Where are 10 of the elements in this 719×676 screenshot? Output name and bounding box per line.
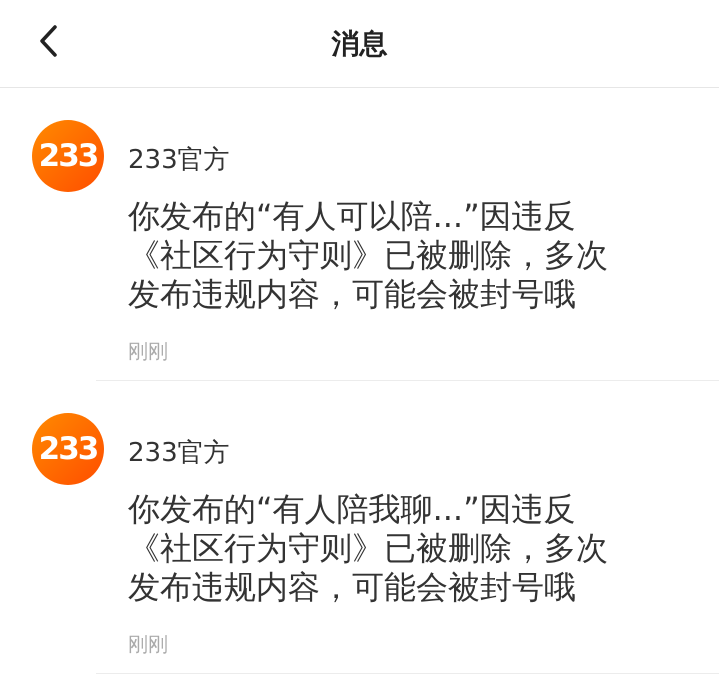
sender-name: 233官方 [128, 437, 230, 470]
avatar-logo: 233 [32, 120, 104, 192]
sender-name: 233官方 [128, 144, 230, 177]
message-text: 你发布的“有人陪我聊...”因违反《社区行为守则》已被删除，多次发布违规内容，可能会被封号哦 [128, 490, 609, 607]
page-title: 消息 [332, 26, 388, 62]
avatar-logo: 233 [32, 413, 104, 485]
back-icon[interactable] [38, 24, 58, 58]
message-text: 你发布的“有人可以陪...”因违反《社区行为守则》已被删除，多次发布违规内容，可能会被封号哦 [128, 197, 609, 314]
message-time: 刚刚 [128, 631, 168, 658]
message-time: 刚刚 [128, 338, 168, 365]
